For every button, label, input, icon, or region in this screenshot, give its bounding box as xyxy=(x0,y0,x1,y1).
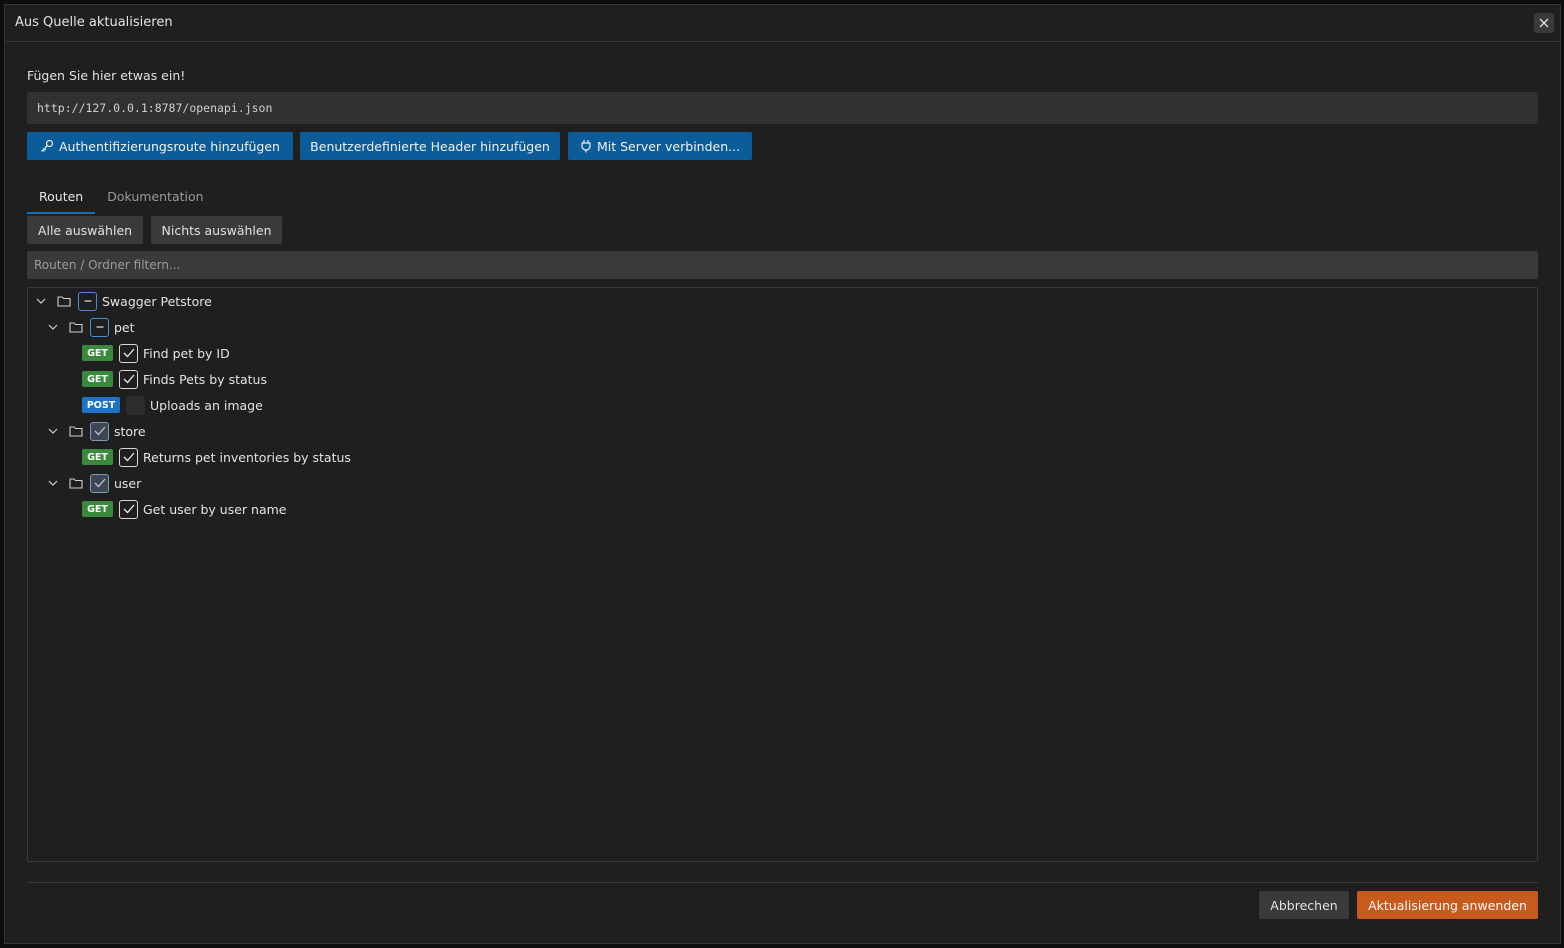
update-from-source-dialog: Aus Quelle aktualisieren Fügen Sie hier … xyxy=(4,4,1561,944)
method-badge: POST xyxy=(82,397,120,413)
apply-update-button[interactable]: Aktualisierung anwenden xyxy=(1357,891,1538,919)
tree-route-row[interactable]: GET Returns pet inventories by status xyxy=(28,444,1537,470)
select-all-label: Alle auswählen xyxy=(37,222,133,238)
minus-icon xyxy=(96,326,103,328)
tree-route-row[interactable]: GET Get user by user name xyxy=(28,496,1537,522)
check-icon xyxy=(94,478,105,488)
select-all-button[interactable]: Alle auswählen xyxy=(27,216,143,244)
route-tree: Swagger Petstore pet GET Find pet by ID xyxy=(27,287,1538,862)
add-auth-route-button[interactable]: Authentifizierungsroute hinzufügen xyxy=(27,132,293,160)
chevron-down-icon[interactable] xyxy=(34,294,48,308)
route-checkbox[interactable] xyxy=(126,395,145,415)
check-icon xyxy=(123,504,134,514)
folder-icon xyxy=(69,320,83,334)
folder-icon xyxy=(57,294,71,308)
chevron-down-icon[interactable] xyxy=(46,424,60,438)
method-badge: GET xyxy=(82,501,113,517)
folder-user-checkbox[interactable] xyxy=(90,473,109,493)
tree-folder-row[interactable]: store xyxy=(28,418,1537,444)
method-badge: GET xyxy=(82,345,113,361)
tree-root-label: Swagger Petstore xyxy=(102,293,212,309)
route-label: Returns pet inventories by status xyxy=(143,449,351,465)
tree-folder-row[interactable]: user xyxy=(28,470,1537,496)
tab-routes[interactable]: Routen xyxy=(27,187,96,214)
select-none-label: Nichts auswählen xyxy=(161,222,272,238)
tab-bar: Routen Dokumentation xyxy=(27,187,216,214)
plug-icon xyxy=(580,139,592,153)
tree-route-row[interactable]: GET Find pet by ID xyxy=(28,340,1537,366)
tree-root-checkbox[interactable] xyxy=(78,291,97,311)
dialog-title: Aus Quelle aktualisieren xyxy=(15,15,173,30)
method-badge: GET xyxy=(82,371,113,387)
check-icon xyxy=(123,374,134,384)
tree-folder-row[interactable]: pet xyxy=(28,314,1537,340)
chevron-down-icon[interactable] xyxy=(46,320,60,334)
route-label: Finds Pets by status xyxy=(143,371,267,387)
route-filter-input[interactable] xyxy=(27,251,1538,279)
route-checkbox[interactable] xyxy=(119,369,138,389)
tree-root-row[interactable]: Swagger Petstore xyxy=(28,288,1537,314)
tree-route-row[interactable]: POST Uploads an image xyxy=(28,392,1537,418)
connect-server-button[interactable]: Mit Server verbinden... xyxy=(568,132,752,160)
method-badge: GET xyxy=(82,449,113,465)
tab-documentation[interactable]: Dokumentation xyxy=(95,187,215,214)
route-checkbox[interactable] xyxy=(119,499,138,519)
close-button[interactable] xyxy=(1534,13,1554,33)
folder-store-label: store xyxy=(114,423,146,439)
route-checkbox[interactable] xyxy=(119,343,138,363)
folder-pet-checkbox[interactable] xyxy=(90,317,109,337)
add-custom-header-button[interactable]: Benutzerdefinierte Header hinzufügen xyxy=(300,132,560,160)
apply-update-label: Aktualisierung anwenden xyxy=(1368,897,1527,913)
footer-divider xyxy=(27,882,1538,883)
folder-pet-label: pet xyxy=(114,319,135,335)
cancel-label: Abbrechen xyxy=(1270,897,1338,913)
chevron-down-icon[interactable] xyxy=(46,476,60,490)
folder-user-label: user xyxy=(114,475,142,491)
minus-icon xyxy=(84,300,91,302)
add-auth-route-label: Authentifizierungsroute hinzufügen xyxy=(59,138,280,154)
paste-label: Fügen Sie hier etwas ein! xyxy=(27,68,186,83)
connect-server-label: Mit Server verbinden... xyxy=(596,138,741,154)
check-icon xyxy=(123,348,134,358)
route-label: Find pet by ID xyxy=(143,345,230,361)
folder-store-checkbox[interactable] xyxy=(90,421,109,441)
folder-icon xyxy=(69,476,83,490)
close-icon xyxy=(1539,18,1549,28)
route-checkbox[interactable] xyxy=(119,447,138,467)
route-label: Get user by user name xyxy=(143,501,287,517)
source-url-input[interactable] xyxy=(27,92,1538,124)
check-icon xyxy=(94,426,105,436)
tree-route-row[interactable]: GET Finds Pets by status xyxy=(28,366,1537,392)
cancel-button[interactable]: Abbrechen xyxy=(1259,891,1349,919)
route-label: Uploads an image xyxy=(150,397,263,413)
dialog-titlebar: Aus Quelle aktualisieren xyxy=(5,5,1560,42)
select-none-button[interactable]: Nichts auswählen xyxy=(151,216,282,244)
key-icon xyxy=(40,139,54,153)
folder-icon xyxy=(69,424,83,438)
check-icon xyxy=(123,452,134,462)
add-custom-header-label: Benutzerdefinierte Header hinzufügen xyxy=(310,138,550,154)
